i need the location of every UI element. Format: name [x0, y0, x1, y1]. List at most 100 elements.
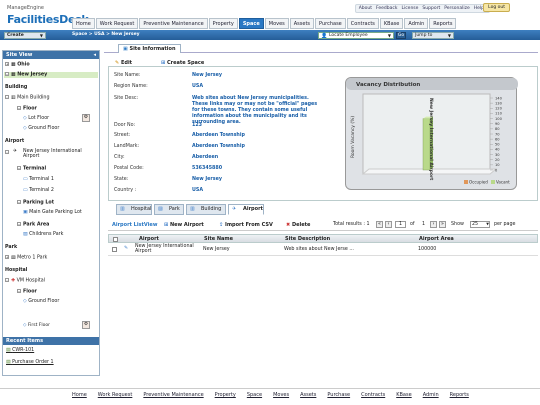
recent-item-purchase-order[interactable]: ▤ Purchase Order 1: [6, 360, 54, 365]
expand-icon[interactable]: +: [5, 255, 9, 259]
collapse-icon[interactable]: -: [5, 278, 9, 282]
field-label: Site Name:: [114, 73, 141, 78]
column-header-airport-area[interactable]: Airport Area: [419, 236, 454, 242]
collapse-icon[interactable]: -: [5, 95, 9, 99]
tree-item-vm-hospital[interactable]: - ✚ VM Hospital: [5, 278, 45, 284]
next-page-icon[interactable]: ›: [430, 221, 437, 228]
jump-to-select[interactable]: Jump to ▼: [412, 31, 454, 39]
tab-building[interactable]: ▥ Building: [186, 204, 226, 215]
collapse-icon[interactable]: -: [17, 222, 21, 226]
tab-site-information[interactable]: ▣ Site Information: [118, 44, 181, 53]
expand-icon[interactable]: +: [5, 62, 9, 66]
footer-admin[interactable]: Admin: [423, 392, 439, 398]
footer-home[interactable]: Home: [72, 392, 87, 398]
tree-item-new-jersey[interactable]: - ▦ New Jersey: [4, 72, 98, 78]
floor-settings-icon[interactable]: ⚙: [82, 114, 90, 122]
row-checkbox[interactable]: [112, 247, 117, 252]
tree-item-lot-floor[interactable]: ◇ Lot Floor: [23, 116, 49, 121]
last-page-icon[interactable]: »: [439, 221, 446, 228]
tree-item-ground-floor[interactable]: ◇ Ground Floor: [23, 126, 59, 131]
create-dropdown[interactable]: Create ▼: [4, 31, 46, 39]
footer-moves[interactable]: Moves: [273, 392, 289, 398]
chevron-down-icon: ▼: [486, 222, 489, 226]
tree-label: Childrens Park: [29, 232, 64, 237]
select-all-checkbox[interactable]: [113, 236, 118, 242]
nav-contracts[interactable]: Contracts: [346, 18, 379, 29]
logout-button[interactable]: Log out: [483, 3, 510, 12]
tree-item-first-floor[interactable]: ◇ First Floor: [23, 323, 50, 328]
footer-contracts[interactable]: Contracts: [361, 392, 385, 398]
nav-work-request[interactable]: Work Request: [95, 18, 139, 29]
floor-settings-icon[interactable]: ⚙: [82, 321, 90, 329]
nav-preventive-maintenance[interactable]: Preventive Maintenance: [139, 18, 208, 29]
tree-item-main-building[interactable]: - ▥ Main Building: [5, 95, 50, 101]
feedback-link[interactable]: Feedback: [376, 6, 397, 11]
column-header-site-description[interactable]: Site Description: [285, 236, 330, 242]
tree-item-childrens-park[interactable]: ▨ Childrens Park: [23, 232, 63, 237]
collapse-icon[interactable]: -: [17, 166, 21, 170]
tab-airport[interactable]: ✈ Airport: [228, 204, 264, 215]
legend-vacant: Vacant: [496, 180, 510, 185]
footer-reports[interactable]: Reports: [450, 392, 469, 398]
tree-item-terminal-2[interactable]: ▭ Terminal 2: [23, 188, 54, 193]
tree-item-nj-airport[interactable]: - ✈ New Jersey International Airport: [5, 149, 95, 159]
per-page-select[interactable]: 25 ▼: [470, 221, 490, 228]
license-link[interactable]: License: [401, 6, 418, 11]
page-input[interactable]: 1: [395, 221, 406, 228]
locate-employee-select[interactable]: 👤 Locate Employee ▼: [318, 31, 394, 39]
footer-space[interactable]: Space: [247, 392, 262, 398]
footer-property[interactable]: Property: [215, 392, 236, 398]
tree-item-metro-park[interactable]: + ▨ Metro 1 Park: [5, 255, 47, 261]
collapse-icon[interactable]: -: [5, 150, 9, 154]
nav-reports[interactable]: Reports: [429, 18, 457, 29]
tree-item-ground-floor-2[interactable]: ◇ Ground Floor: [23, 299, 59, 304]
footer-purchase[interactable]: Purchase: [327, 392, 350, 398]
y-tick-label: 10: [495, 163, 500, 167]
y-ticks: 01020304050 60708090100110120 130140: [490, 96, 503, 172]
collapse-icon[interactable]: ◂: [93, 51, 96, 59]
import-csv-button[interactable]: ⇪ Import From CSV: [219, 222, 273, 228]
nav-assets[interactable]: Assets: [289, 18, 315, 29]
nav-kbase[interactable]: KBase: [379, 18, 404, 29]
brand-manageengine: ManageEngine: [7, 5, 44, 11]
nav-property[interactable]: Property: [208, 18, 238, 29]
nav-purchase[interactable]: Purchase: [315, 18, 346, 29]
delete-button[interactable]: ✖ Delete: [286, 222, 310, 228]
about-link[interactable]: About: [359, 6, 372, 11]
go-button[interactable]: Go: [396, 31, 406, 39]
collapse-icon[interactable]: -: [17, 289, 21, 293]
nav-admin[interactable]: Admin: [404, 18, 429, 29]
tree-item-ohio[interactable]: + ▦ Ohio: [5, 62, 30, 68]
new-airport-button[interactable]: ⊞ New Airport: [164, 222, 204, 228]
table-row[interactable]: ✎ New Jersey International Airport New J…: [108, 244, 538, 256]
tree-group-floor: - Floor: [17, 106, 37, 112]
footer-work-request[interactable]: Work Request: [98, 392, 133, 398]
tab-hospital[interactable]: ▥ Hospital: [116, 204, 152, 215]
support-link[interactable]: Support: [422, 6, 440, 11]
collapse-icon[interactable]: -: [17, 200, 21, 204]
footer-kbase[interactable]: KBase: [396, 392, 411, 398]
field-value: Aberdeen: [192, 155, 219, 160]
floor-icon: ◇: [23, 116, 27, 121]
personalize-link[interactable]: Personalize: [444, 6, 470, 11]
tree-item-terminal-1[interactable]: ▭ Terminal 1: [23, 177, 54, 182]
recent-item-cwr-101[interactable]: ▤ CWR-101: [6, 348, 34, 353]
nav-home[interactable]: Home: [72, 18, 95, 29]
edit-icon[interactable]: ✎: [124, 246, 128, 251]
footer-divider: [0, 388, 540, 389]
column-header-site-name[interactable]: Site Name: [204, 236, 233, 242]
tab-park[interactable]: ▨ Park: [154, 204, 184, 215]
nav-moves[interactable]: Moves: [264, 18, 289, 29]
column-header-airport[interactable]: Airport: [139, 236, 159, 242]
footer-preventive-maintenance[interactable]: Preventive Maintenance: [143, 392, 203, 398]
tree-item-main-gate-parking[interactable]: ▣ Main Gate Parking Lot: [23, 210, 82, 215]
tab-label: Airport: [243, 206, 263, 212]
collapse-icon[interactable]: -: [17, 106, 21, 110]
prev-page-icon[interactable]: ‹: [385, 221, 392, 228]
nav-space[interactable]: Space: [238, 18, 264, 29]
first-page-icon[interactable]: «: [376, 221, 383, 228]
collapse-icon[interactable]: -: [5, 72, 9, 76]
vacancy-chart-svg: Vacancy Distribution Room Vacancy (%) 01…: [346, 78, 518, 185]
cell-airport[interactable]: New Jersey International Airport: [135, 244, 197, 254]
footer-assets[interactable]: Assets: [300, 392, 316, 398]
